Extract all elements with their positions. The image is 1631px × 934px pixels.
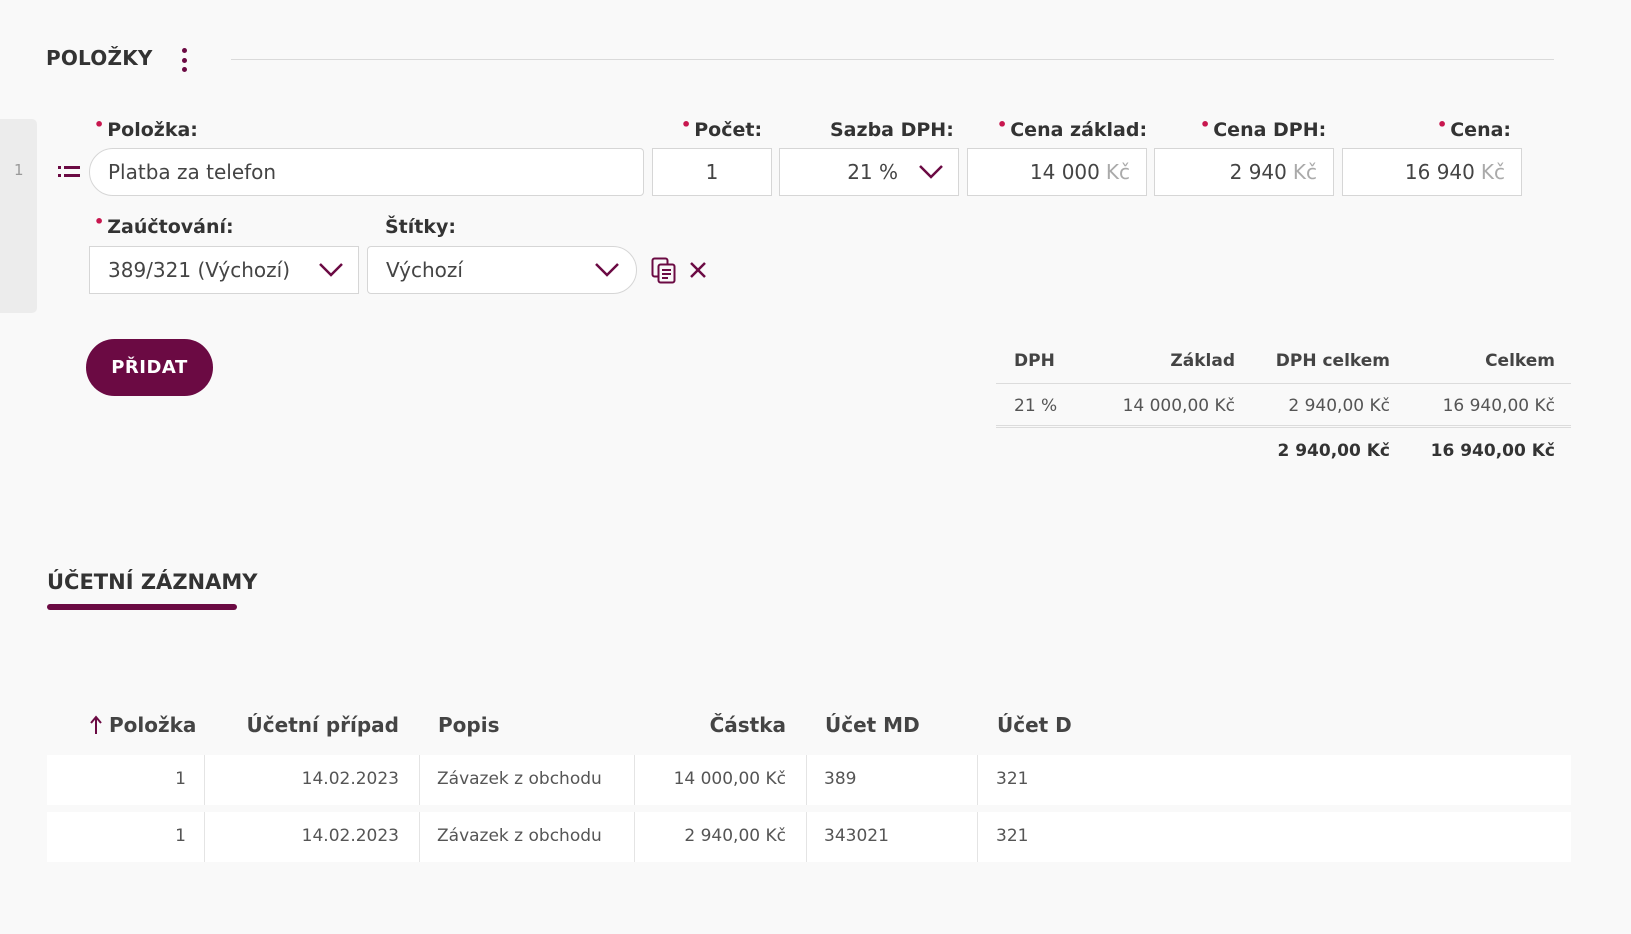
base-price-input[interactable]: 14 000 Kč xyxy=(967,148,1147,196)
vat-summary-header-total: Celkem xyxy=(1485,351,1555,371)
copy-icon[interactable] xyxy=(651,257,677,285)
vat-price-label: • Cena DPH: xyxy=(1200,115,1327,141)
vat-price-input[interactable]: 2 940 Kč xyxy=(1154,148,1334,196)
vat-rate-label: Sazba DPH: xyxy=(830,119,954,141)
chevron-down-icon xyxy=(319,263,343,277)
vat-summary-header-vat-total: DPH celkem xyxy=(1275,351,1390,371)
vat-summary-total: 16 940,00 Kč xyxy=(1442,396,1555,416)
tags-label: Štítky: xyxy=(385,216,456,238)
close-icon[interactable] xyxy=(689,261,707,279)
column-divider xyxy=(419,812,420,862)
cell-item: 1 xyxy=(175,769,186,789)
column-divider xyxy=(977,755,978,805)
section-divider xyxy=(231,59,1554,60)
column-divider xyxy=(634,755,635,805)
more-options-icon[interactable] xyxy=(178,48,190,72)
vat-summary-total-divider xyxy=(996,425,1571,428)
cell-description: Závazek z obchodu xyxy=(437,826,602,846)
cell-case: 14.02.2023 xyxy=(301,826,399,846)
cell-account-d: 321 xyxy=(996,826,1029,846)
col-header-description[interactable]: Popis xyxy=(438,713,499,737)
table-row[interactable] xyxy=(47,812,1571,862)
column-divider xyxy=(634,812,635,862)
col-header-account-md[interactable]: Účet MD xyxy=(825,713,920,737)
cell-description: Závazek z obchodu xyxy=(437,769,602,789)
item-label: • Položka: xyxy=(94,115,198,141)
vat-summary-grand-total: 16 940,00 Kč xyxy=(1430,441,1555,461)
sort-ascending-icon xyxy=(90,715,102,734)
vat-rate-select[interactable]: 21 % xyxy=(779,148,959,196)
cell-account-md: 389 xyxy=(824,769,857,789)
item-row-handle-strip xyxy=(0,119,37,313)
add-item-button[interactable]: PŘIDAT xyxy=(86,339,213,396)
col-header-account-d[interactable]: Účet D xyxy=(997,713,1072,737)
price-label: • Cena: xyxy=(1437,115,1512,141)
vat-summary-header-base: Základ xyxy=(1170,351,1235,371)
chevron-down-icon xyxy=(595,263,619,277)
active-tab-indicator xyxy=(47,604,237,610)
tags-select[interactable]: Výchozí xyxy=(367,246,637,294)
cell-case: 14.02.2023 xyxy=(301,769,399,789)
col-header-amount[interactable]: Částka xyxy=(710,713,786,737)
column-divider xyxy=(806,755,807,805)
item-name-input[interactable]: Platba za telefon xyxy=(89,148,644,196)
column-divider xyxy=(204,812,205,862)
cell-amount: 14 000,00 Kč xyxy=(673,769,786,789)
vat-summary-vat-total: 2 940,00 Kč xyxy=(1288,396,1390,416)
count-input[interactable]: 1 xyxy=(652,148,772,196)
cell-account-md: 343021 xyxy=(824,826,889,846)
vat-summary-header-vat: DPH xyxy=(1014,351,1055,371)
item-row-number: 1 xyxy=(14,161,24,179)
price-input[interactable]: 16 940 Kč xyxy=(1342,148,1522,196)
chevron-down-icon xyxy=(919,165,943,179)
cell-amount: 2 940,00 Kč xyxy=(684,826,786,846)
vat-summary-grand-vat-total: 2 940,00 Kč xyxy=(1277,441,1390,461)
column-divider xyxy=(977,812,978,862)
accounting-select[interactable]: 389/321 (Výchozí) xyxy=(89,246,359,294)
accounting-label: • Zaúčtování: xyxy=(94,212,234,238)
table-row[interactable] xyxy=(47,755,1571,805)
count-label: • Počet: xyxy=(681,115,763,141)
tab-accounting-records[interactable]: ÚČETNÍ ZÁZNAMY xyxy=(47,570,257,594)
col-header-case[interactable]: Účetní případ xyxy=(247,713,399,737)
vat-summary-base: 14 000,00 Kč xyxy=(1122,396,1235,416)
vat-summary-rate: 21 % xyxy=(1014,396,1058,416)
vat-summary-divider xyxy=(996,383,1571,384)
base-price-label: • Cena základ: xyxy=(997,115,1148,141)
drag-handle-icon[interactable] xyxy=(58,162,80,182)
column-divider xyxy=(204,755,205,805)
column-divider xyxy=(806,812,807,862)
col-header-item[interactable]: Položka xyxy=(89,713,196,737)
cell-item: 1 xyxy=(175,826,186,846)
items-section-title: POLOŽKY xyxy=(46,46,153,70)
cell-account-d: 321 xyxy=(996,769,1029,789)
column-divider xyxy=(419,755,420,805)
